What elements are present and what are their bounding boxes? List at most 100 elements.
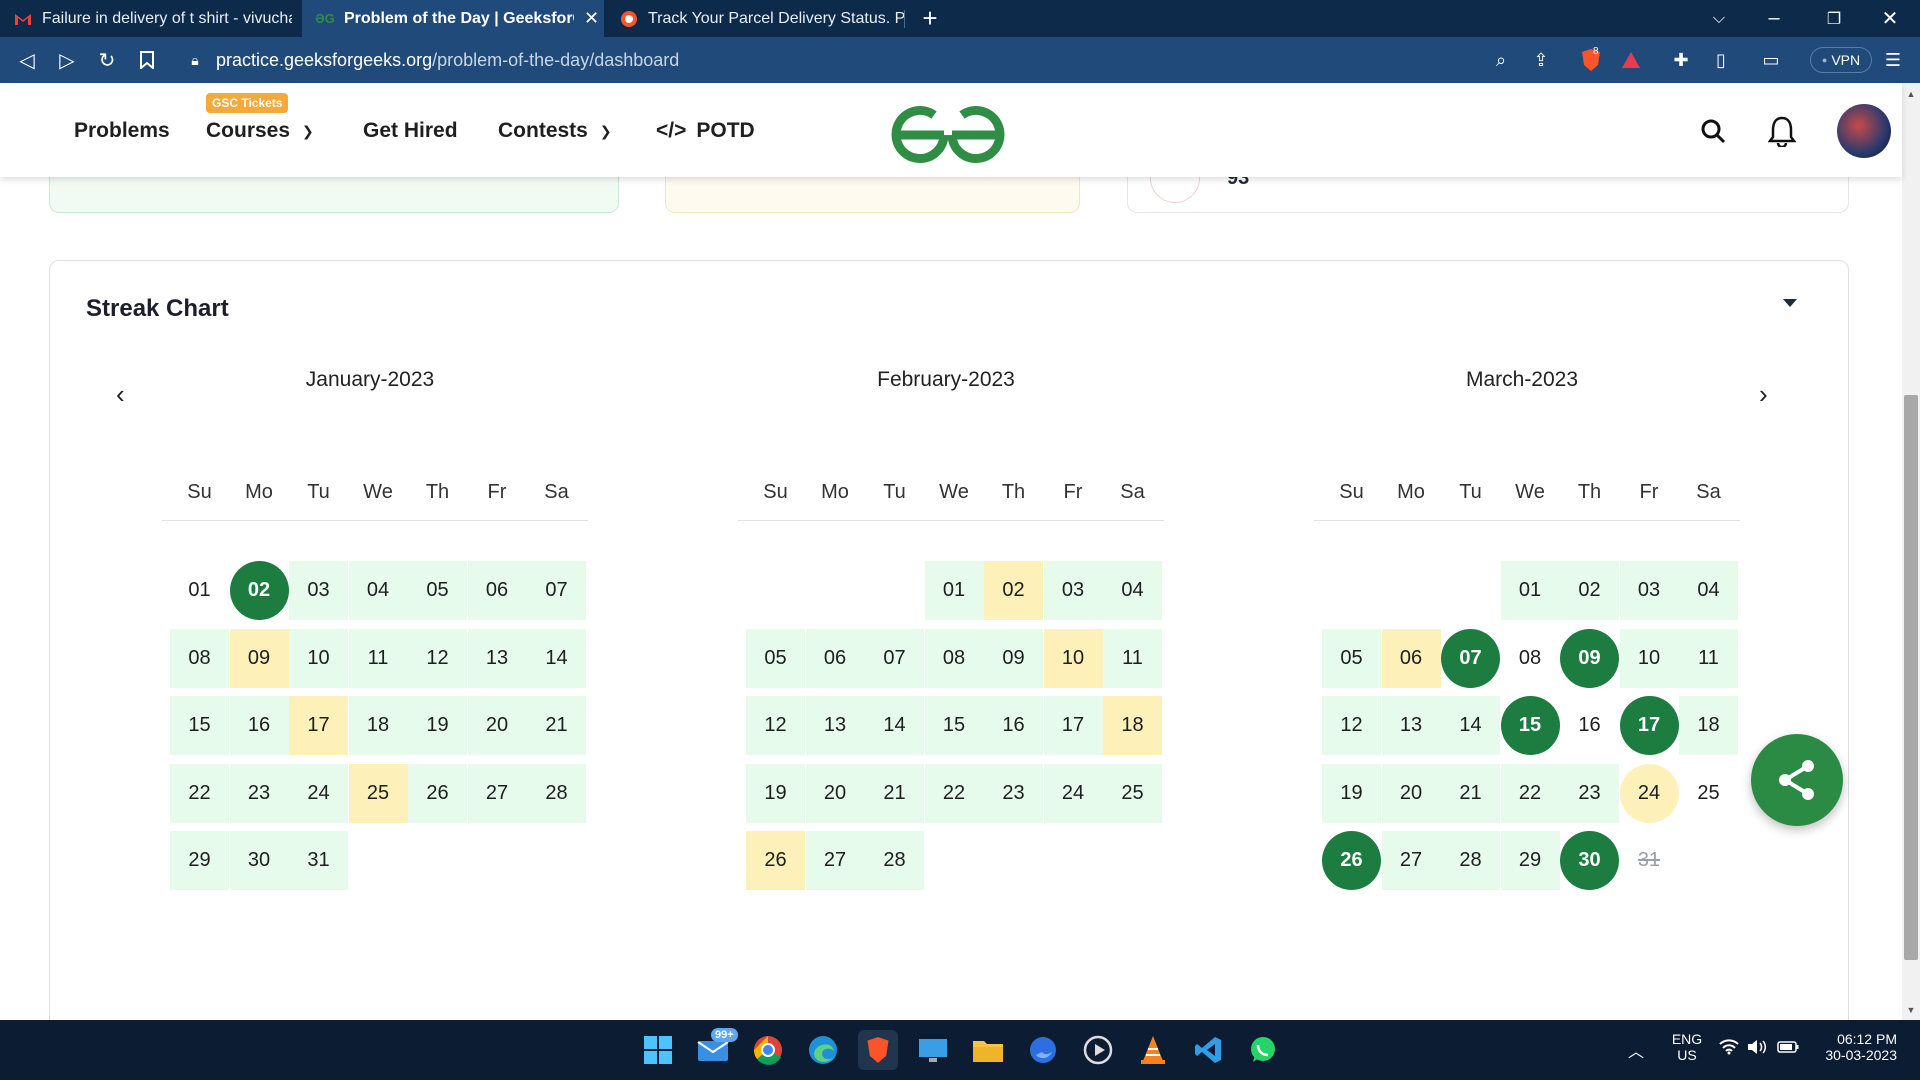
calendar-day[interactable]: 12 <box>1322 696 1381 755</box>
brave-shields-icon[interactable]: 8 <box>1576 45 1606 75</box>
calendar-day[interactable]: 06 <box>1381 628 1441 688</box>
reload-icon[interactable]: ↻ <box>92 45 122 75</box>
calendar-day[interactable]: 19 <box>408 696 467 755</box>
calendar-day[interactable]: 07 <box>527 561 586 620</box>
monitor-app-icon[interactable] <box>913 1030 953 1070</box>
minimize-button[interactable]: – <box>1749 0 1799 37</box>
calendar-day[interactable]: 02 <box>229 561 289 620</box>
calendar-day[interactable]: 05 <box>1322 628 1381 688</box>
calendar-day[interactable]: 29 <box>1500 831 1560 890</box>
nav-potd[interactable]: </> POTD <box>656 119 755 143</box>
collapse-caret-icon[interactable] <box>1783 299 1797 307</box>
calendar-day[interactable]: 10 <box>1619 628 1679 688</box>
search-icon[interactable] <box>1693 111 1733 151</box>
calendar-day[interactable]: 17 <box>1619 696 1679 755</box>
calendar-day[interactable]: 08 <box>170 628 229 688</box>
calendar-day[interactable]: 08 <box>1501 629 1560 688</box>
calendar-day[interactable]: 28 <box>527 763 586 823</box>
brave-rewards-icon[interactable] <box>1616 45 1646 75</box>
calendar-day[interactable]: 12 <box>408 628 467 688</box>
calendar-day[interactable]: 05 <box>408 561 467 620</box>
calendar-day[interactable]: 11 <box>1103 628 1162 688</box>
calendar-day[interactable]: 21 <box>865 763 924 823</box>
vlc-icon[interactable] <box>1133 1030 1173 1070</box>
calendar-day[interactable]: 20 <box>1381 763 1441 823</box>
calendar-day[interactable]: 22 <box>170 763 229 823</box>
extensions-icon[interactable]: ✚ <box>1666 45 1696 75</box>
calendar-day[interactable]: 28 <box>1441 831 1500 890</box>
calendar-day[interactable]: 30 <box>229 831 289 890</box>
calendar-day[interactable]: 25 <box>1679 764 1738 823</box>
calendar-day[interactable]: 18 <box>348 696 408 755</box>
calendar-day[interactable]: 31 <box>289 831 348 890</box>
calendar-day[interactable]: 14 <box>865 696 924 755</box>
gfg-logo[interactable] <box>886 97 1010 167</box>
battery-icon[interactable] <box>1777 1040 1799 1056</box>
nav-problems[interactable]: Problems <box>74 119 170 143</box>
calendar-day[interactable]: 05 <box>746 628 805 688</box>
calendar-day[interactable]: 14 <box>527 628 586 688</box>
calendar-day[interactable]: 18 <box>1679 696 1738 755</box>
calendar-day[interactable]: 16 <box>984 696 1043 755</box>
calendar-day[interactable]: 29 <box>170 831 229 890</box>
brave-taskbar-icon[interactable] <box>858 1030 898 1070</box>
calendar-day[interactable]: 16 <box>1560 696 1619 755</box>
calendar-day[interactable]: 26 <box>1322 831 1381 890</box>
calendar-day[interactable]: 03 <box>289 561 348 620</box>
calendar-day[interactable]: 08 <box>924 628 984 688</box>
firefox-icon[interactable] <box>1023 1030 1063 1070</box>
calendar-day[interactable]: 30 <box>1560 831 1619 890</box>
avatar[interactable] <box>1837 104 1891 158</box>
gsc-tickets-badge[interactable]: GSC Tickets <box>206 93 289 113</box>
calendar-day[interactable]: 01 <box>170 561 229 620</box>
calendar-day[interactable]: 27 <box>467 763 527 823</box>
chrome-icon[interactable] <box>748 1030 788 1070</box>
calendar-day[interactable]: 02 <box>1560 561 1619 620</box>
calendar-day[interactable]: 27 <box>1381 831 1441 890</box>
lock-icon[interactable]: 🔒︎ <box>180 45 210 75</box>
calendar-day[interactable]: 21 <box>527 696 586 755</box>
close-tab-icon[interactable]: ✕ <box>584 8 599 29</box>
calendar-day[interactable]: 06 <box>467 561 527 620</box>
calendar-day[interactable]: 03 <box>1043 561 1103 620</box>
calendar-day[interactable]: 15 <box>170 696 229 755</box>
calendar-day[interactable]: 18 <box>1103 696 1162 755</box>
calendar-day[interactable]: 23 <box>1560 763 1619 823</box>
tab-search-chevron-icon[interactable]: ⌵ <box>1694 0 1744 37</box>
calendar-day[interactable]: 15 <box>1500 696 1560 755</box>
calendar-day[interactable]: 09 <box>1560 628 1619 688</box>
calendar-day[interactable]: 15 <box>924 696 984 755</box>
nav-courses[interactable]: Courses ❯ <box>206 119 314 143</box>
calendar-day[interactable]: 04 <box>1103 561 1162 620</box>
calendar-day[interactable]: 26 <box>746 831 805 890</box>
edge-icon[interactable] <box>803 1030 843 1070</box>
url-bar[interactable]: practice.geeksforgeeks.org/problem-of-th… <box>216 44 1546 76</box>
nav-get-hired[interactable]: Get Hired <box>363 119 458 143</box>
calendar-day[interactable]: 24 <box>1043 763 1103 823</box>
calendar-day[interactable]: 21 <box>1441 763 1500 823</box>
scroll-up-arrow-icon[interactable]: ▲ <box>1902 86 1920 102</box>
calendar-day[interactable]: 10 <box>1043 628 1103 688</box>
calendar-day[interactable]: 12 <box>746 696 805 755</box>
calendar-day[interactable]: 26 <box>408 763 467 823</box>
wallet-icon[interactable]: ▭ <box>1756 45 1786 75</box>
calendar-day[interactable]: 20 <box>805 763 865 823</box>
calendar-day[interactable]: 24 <box>289 763 348 823</box>
calendar-day[interactable]: 03 <box>1619 561 1679 620</box>
language-indicator[interactable]: ENG US <box>1670 1031 1704 1063</box>
back-icon[interactable]: ◁ <box>12 45 42 75</box>
wifi-icon[interactable] <box>1719 1039 1739 1058</box>
calendar-day[interactable]: 17 <box>289 696 348 755</box>
media-player-icon[interactable] <box>1078 1030 1118 1070</box>
scroll-down-arrow-icon[interactable]: ▼ <box>1902 1002 1920 1018</box>
scrollbar-thumb[interactable] <box>1904 395 1918 960</box>
prev-month-arrow-icon[interactable]: ‹ <box>116 379 125 410</box>
next-month-arrow-icon[interactable]: › <box>1759 379 1768 410</box>
calendar-day[interactable]: 20 <box>467 696 527 755</box>
calendar-day[interactable]: 23 <box>229 763 289 823</box>
calendar-day[interactable]: 04 <box>348 561 408 620</box>
calendar-day[interactable]: 17 <box>1043 696 1103 755</box>
calendar-day[interactable]: 25 <box>1103 763 1162 823</box>
zoom-icon[interactable]: ⌕ <box>1486 45 1516 75</box>
windows-start-icon[interactable] <box>638 1030 678 1070</box>
